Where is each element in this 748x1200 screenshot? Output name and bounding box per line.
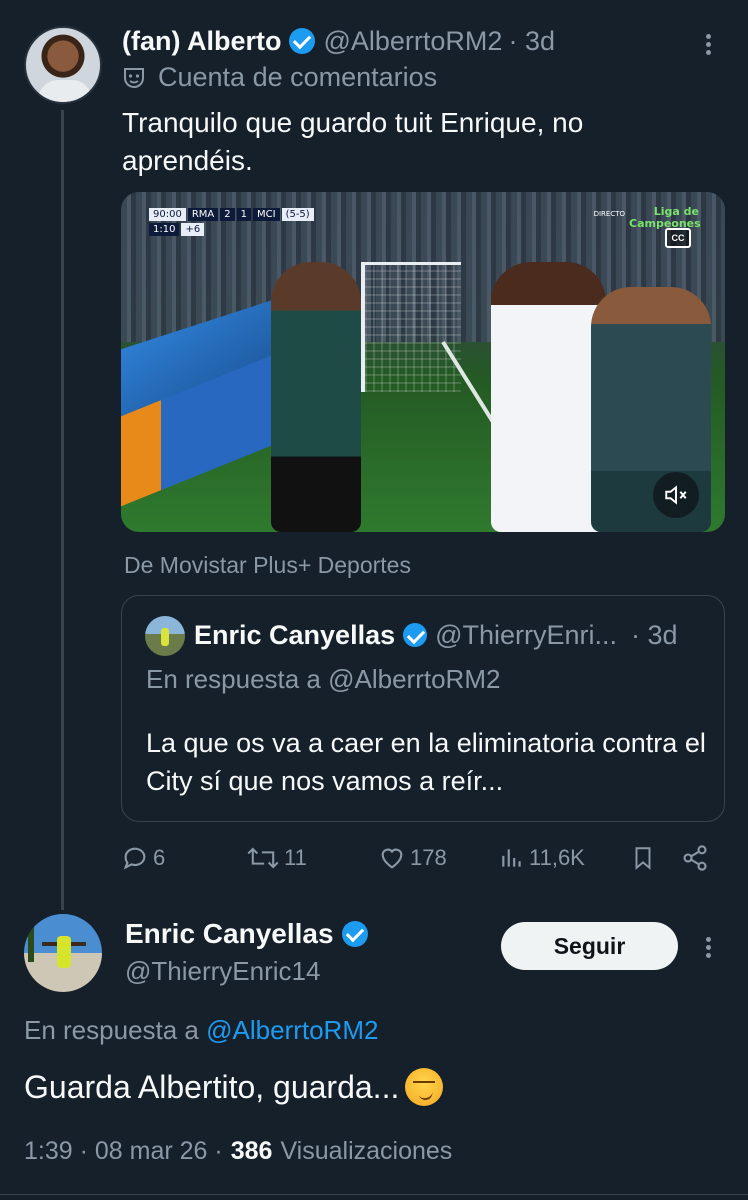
scorebug-added: +6 xyxy=(181,223,205,236)
avatar[interactable] xyxy=(24,26,102,104)
verified-icon xyxy=(289,28,316,54)
views-count: 386 xyxy=(230,1137,273,1165)
scorebug-added-time: 1:10 xyxy=(149,223,180,236)
retweet-count: 11 xyxy=(284,845,307,870)
quoted-tweet[interactable]: Enric Canyellas @ThierryEnri... · 3d En … xyxy=(121,595,725,822)
views-button[interactable]: 11,6K xyxy=(499,838,585,878)
heart-icon xyxy=(381,848,403,869)
quote-reply-to: En respuesta a @AlberrtoRM2 xyxy=(146,664,501,694)
competition-label: Liga de Campeones xyxy=(629,205,701,230)
quote-avatar xyxy=(145,616,185,656)
reply-count: 6 xyxy=(153,845,166,870)
quote-display-name: Enric Canyellas xyxy=(194,619,396,650)
thread-line xyxy=(61,110,64,910)
live-label: DIRECTO xyxy=(593,210,625,218)
divider xyxy=(0,1194,748,1195)
bookmark-icon xyxy=(635,847,651,870)
quote-text: La que os va a caer en la eliminatoria c… xyxy=(146,728,706,796)
bookmark-button[interactable] xyxy=(630,838,656,878)
mute-button[interactable] xyxy=(653,472,699,518)
retweet-icon xyxy=(247,847,279,869)
video-source[interactable]: De Movistar Plus+ Deportes xyxy=(124,552,411,579)
verified-icon xyxy=(341,921,368,947)
display-name[interactable]: (fan) Alberto xyxy=(122,26,281,57)
video-goal xyxy=(361,262,461,392)
scorebug-home-score: 2 xyxy=(220,208,235,221)
retweet-button[interactable]: 11 xyxy=(246,838,307,878)
more-options-icon[interactable] xyxy=(706,934,714,961)
timestamp[interactable]: 1:39 · 08 mar 26 · xyxy=(24,1137,223,1166)
tweet2-header: Enric Canyellas xyxy=(125,918,376,950)
tweet-header: (fan) Alberto @AlberrtoRM2 · 3d xyxy=(122,24,555,58)
scorebug-away: MCI xyxy=(253,208,280,221)
reply-handle-link[interactable]: @AlberrtoRM2 xyxy=(206,1015,378,1045)
share-button[interactable] xyxy=(681,838,709,878)
account-label: Cuenta de comentarios xyxy=(122,62,437,93)
speaker-muted-icon xyxy=(665,485,687,505)
quote-timestamp: · 3d xyxy=(631,619,678,650)
share-icon xyxy=(683,845,707,871)
video-player-figure xyxy=(491,262,606,532)
tweet2-text-content: Guarda Albertito, guarda... xyxy=(24,1068,400,1105)
handle[interactable]: @AlberrtoRM2 xyxy=(323,26,502,57)
reply-icon xyxy=(123,847,146,870)
scorebug-aggregate: (5-5) xyxy=(281,208,314,221)
quote-header: Enric Canyellas @ThierryEnri... · 3d xyxy=(194,618,678,652)
timestamp[interactable]: · 3d xyxy=(508,26,555,57)
scorebug-away-score: 1 xyxy=(236,208,251,221)
avatar[interactable] xyxy=(24,914,102,992)
quote-handle: @ThierryEnri... xyxy=(435,619,618,650)
scorebug-time: 90:00 xyxy=(149,208,186,221)
video-player[interactable]: 90:00 RMA 2 1 MCI (5-5) 1:10 +6 DIRECTO … xyxy=(121,192,725,532)
captions-button[interactable]: CC xyxy=(665,228,691,248)
more-options-icon[interactable] xyxy=(706,31,714,58)
views-icon xyxy=(502,849,521,867)
like-count: 178 xyxy=(410,845,447,870)
handle[interactable]: @ThierryEnric14 xyxy=(125,956,320,987)
display-name[interactable]: Enric Canyellas xyxy=(125,918,334,950)
video-player-figure xyxy=(271,262,361,532)
mask-icon xyxy=(122,66,146,90)
tweet2-text: Guarda Albertito, guarda... xyxy=(24,1068,444,1106)
scorebug: 90:00 RMA 2 1 MCI (5-5) 1:10 +6 xyxy=(149,208,314,236)
account-label-text: Cuenta de comentarios xyxy=(158,62,438,92)
reply-button[interactable]: 6 xyxy=(121,838,165,878)
scorebug-home: RMA xyxy=(187,208,219,221)
smirk-emoji-icon xyxy=(405,1068,444,1106)
reply-prefix: En respuesta a xyxy=(24,1015,199,1045)
views-label: Visualizaciones xyxy=(280,1137,453,1165)
follow-button[interactable]: Seguir xyxy=(501,922,678,970)
action-bar: 6 11 178 11,6K xyxy=(121,838,721,878)
reply-to: En respuesta a @AlberrtoRM2 xyxy=(24,1015,378,1046)
like-button[interactable]: 178 xyxy=(378,838,447,878)
views-count: 11,6K xyxy=(529,845,585,870)
verified-icon xyxy=(403,623,428,647)
tweet2-meta: 1:39 · 08 mar 26 · 386 Visualizaciones xyxy=(24,1137,452,1166)
tweet-text: Tranquilo que guardo tuit Enrique, no ap… xyxy=(122,107,584,176)
